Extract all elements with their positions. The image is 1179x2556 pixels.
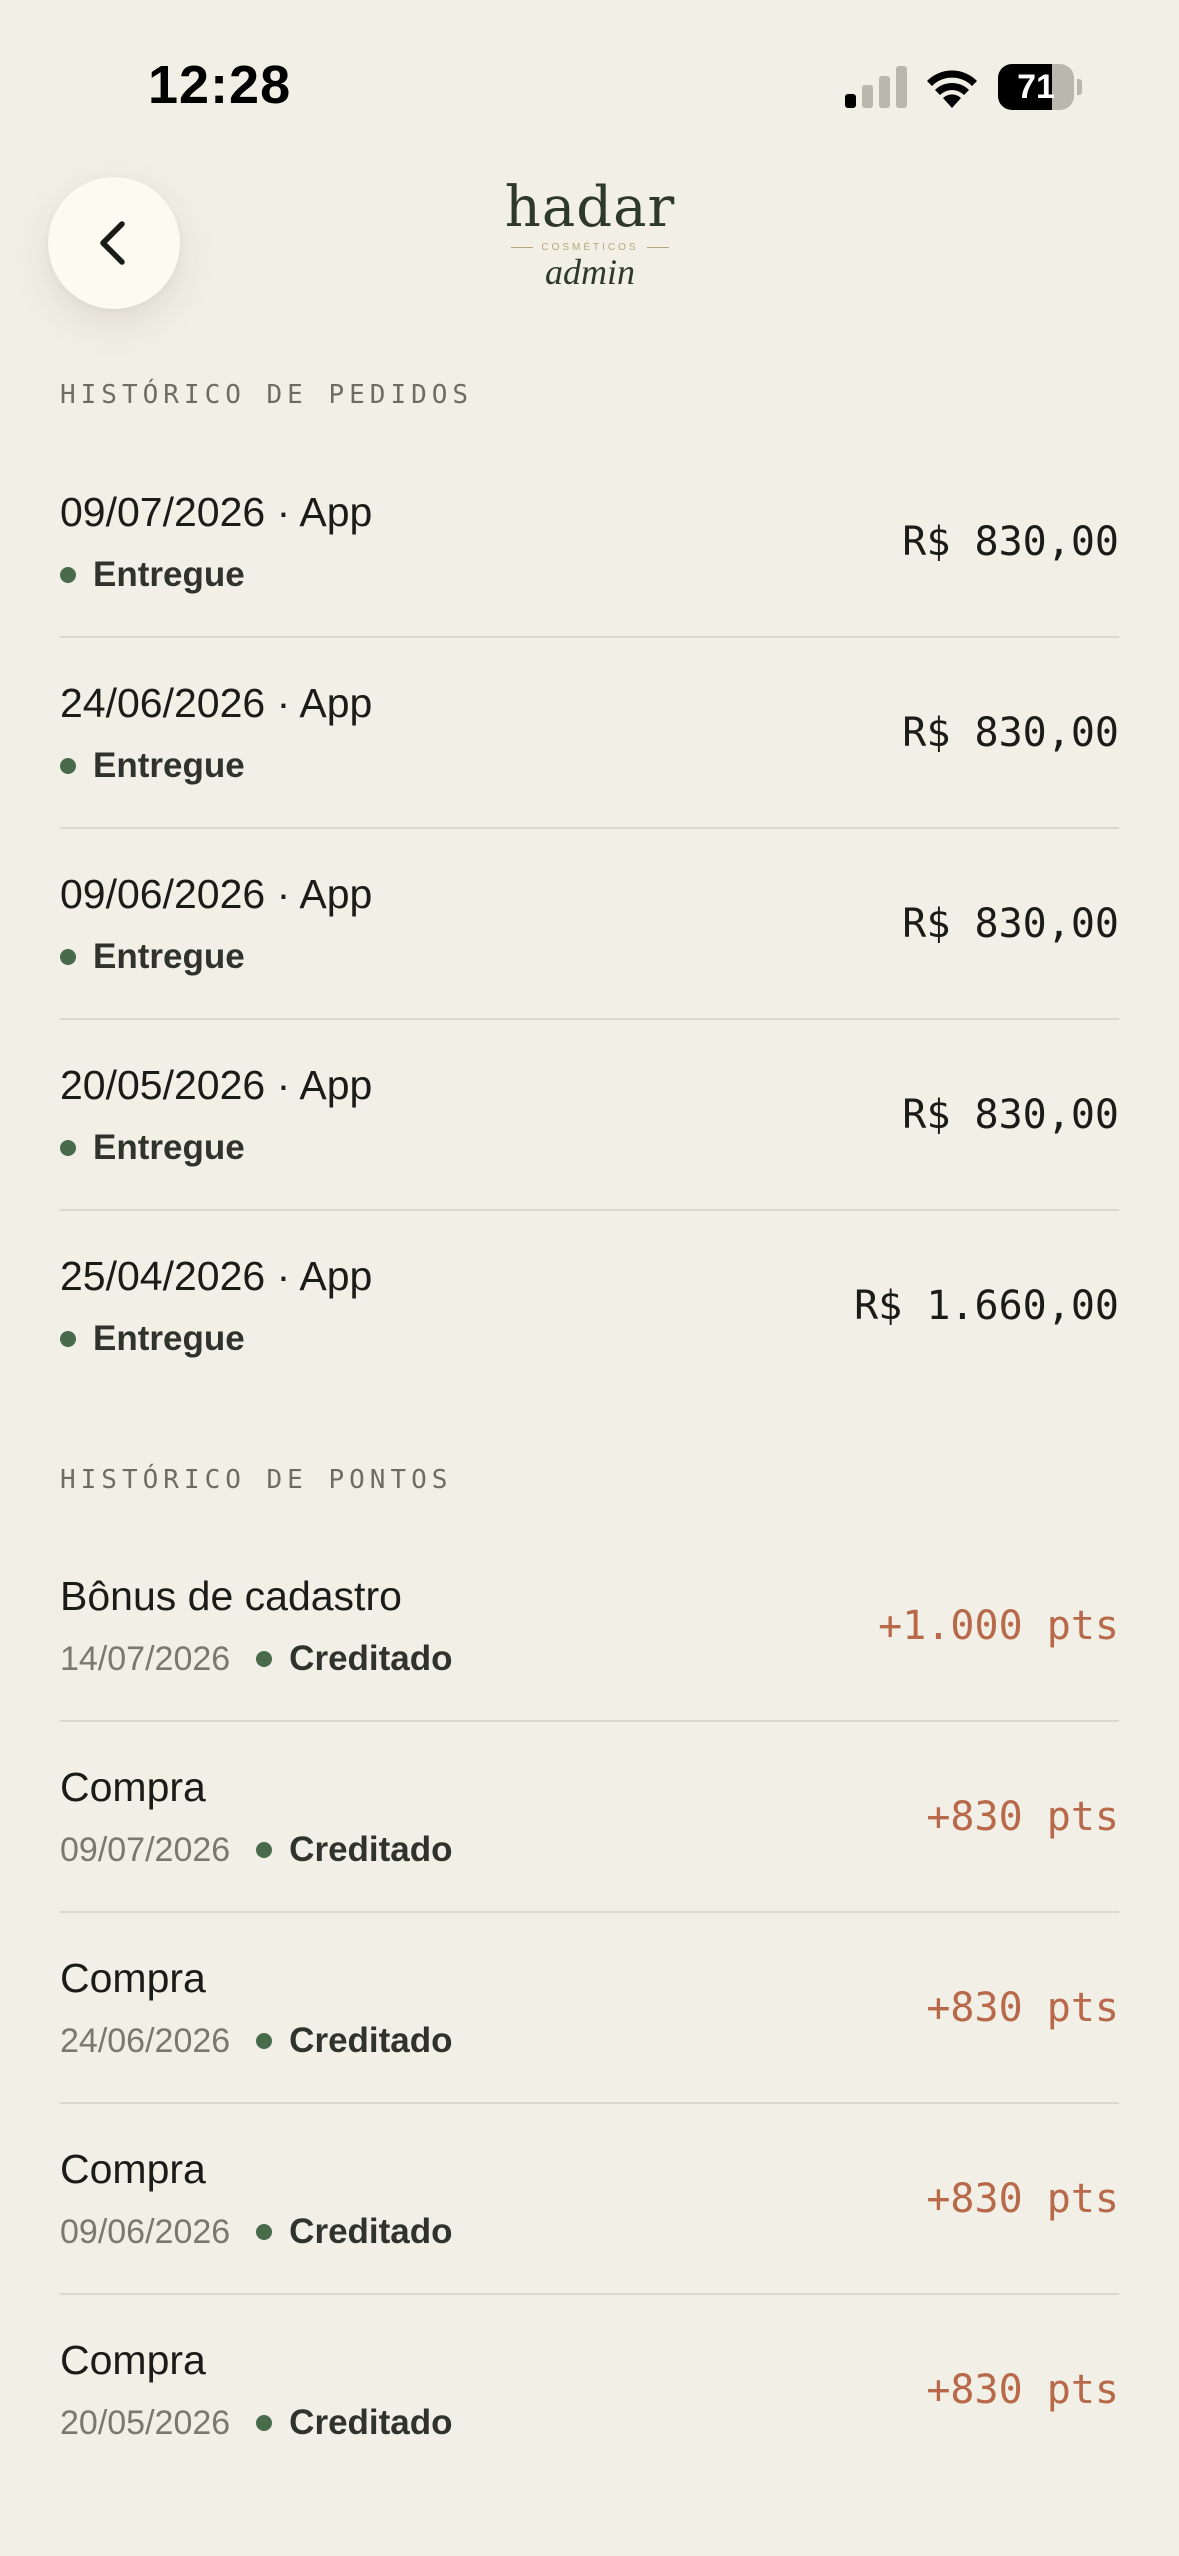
points-value: +1.000 pts [878,1603,1119,1649]
order-row[interactable]: 25/04/2026 · App Entregue R$ 1.660,00 [60,1211,1119,1402]
order-title: 09/07/2026 · App [60,489,373,535]
chevron-left-icon [100,221,125,265]
status-dot [256,2224,273,2240]
order-status: Entregue [93,746,245,785]
order-amount: R$ 830,00 [902,519,1119,565]
points-title: Compra [60,2146,206,2192]
status-dot [256,2415,273,2431]
status-dot [60,758,76,774]
brand-tagline: COSMÉTICOS [541,241,639,253]
points-row[interactable]: Compra 09/06/2026 Creditado +830 pts [60,2104,1119,2295]
order-amount: R$ 1.660,00 [854,1283,1119,1329]
order-amount: R$ 830,00 [902,901,1119,947]
orders-section-title: HISTÓRICO DE PEDIDOS [60,380,474,410]
order-row[interactable]: 24/06/2026 · App Entregue R$ 830,00 [60,638,1119,829]
points-status: Creditado [289,2021,453,2060]
order-row[interactable]: 09/06/2026 · App Entregue R$ 830,00 [60,829,1119,1020]
battery-level: 71 [1017,68,1055,106]
status-dot [60,949,76,965]
points-title: Bônus de cadastro [60,1573,402,1619]
points-status: Creditado [289,2403,453,2442]
points-status: Creditado [289,1830,453,1869]
order-title: 20/05/2026 · App [60,1062,373,1108]
points-date: 20/05/2026 [60,2403,231,2442]
order-row[interactable]: 09/07/2026 · App Entregue R$ 830,00 [60,447,1119,638]
brand-subtitle: admin [545,252,635,292]
points-row[interactable]: Compra 20/05/2026 Creditado +830 pts [60,2295,1119,2486]
points-row[interactable]: Compra 09/07/2026 Creditado +830 pts [60,1722,1119,1913]
status-dot [256,2033,273,2049]
points-section-title: HISTÓRICO DE PONTOS [60,1465,453,1495]
points-row[interactable]: Bônus de cadastro 14/07/2026 Creditado +… [60,1531,1119,1722]
status-time: 12:28 [148,55,292,115]
order-amount: R$ 830,00 [902,1092,1119,1138]
status-dot [60,567,76,583]
points-date: 09/06/2026 [60,2212,231,2251]
cellular-signal-icon [845,66,907,108]
order-title: 25/04/2026 · App [60,1253,373,1299]
status-dot [256,1651,273,1667]
status-dot [60,1331,76,1347]
back-button[interactable] [48,177,180,309]
points-date: 14/07/2026 [60,1639,231,1678]
points-status: Creditado [289,2212,453,2251]
battery-icon: 71 [998,64,1082,110]
points-value: +830 pts [926,2367,1119,2413]
status-bar: 12:28 71 [0,0,1179,160]
order-title: 24/06/2026 · App [60,680,373,726]
points-date: 24/06/2026 [60,2021,231,2060]
order-row[interactable]: 20/05/2026 · App Entregue R$ 830,00 [60,1020,1119,1211]
points-title: Compra [60,1955,206,2001]
points-value: +830 pts [926,2176,1119,2222]
points-title: Compra [60,2337,206,2383]
order-title: 09/06/2026 · App [60,871,373,917]
order-amount: R$ 830,00 [902,710,1119,756]
wifi-icon [927,70,977,108]
points-title: Compra [60,1764,206,1810]
status-dot [256,1842,273,1858]
points-list: Bônus de cadastro 14/07/2026 Creditado +… [60,1531,1119,2486]
order-status: Entregue [93,1128,245,1167]
status-dot [60,1140,76,1156]
points-value: +830 pts [926,1985,1119,2031]
brand-name: hadar [504,175,676,240]
brand-logo: hadar COSMÉTICOS admin [480,178,700,298]
order-status: Entregue [93,1319,245,1358]
points-value: +830 pts [926,1794,1119,1840]
points-status: Creditado [289,1639,453,1678]
orders-list: 09/07/2026 · App Entregue R$ 830,00 24/0… [60,447,1119,1402]
order-status: Entregue [93,555,245,594]
order-status: Entregue [93,937,245,976]
points-date: 09/07/2026 [60,1830,231,1869]
points-row[interactable]: Compra 24/06/2026 Creditado +830 pts [60,1913,1119,2104]
